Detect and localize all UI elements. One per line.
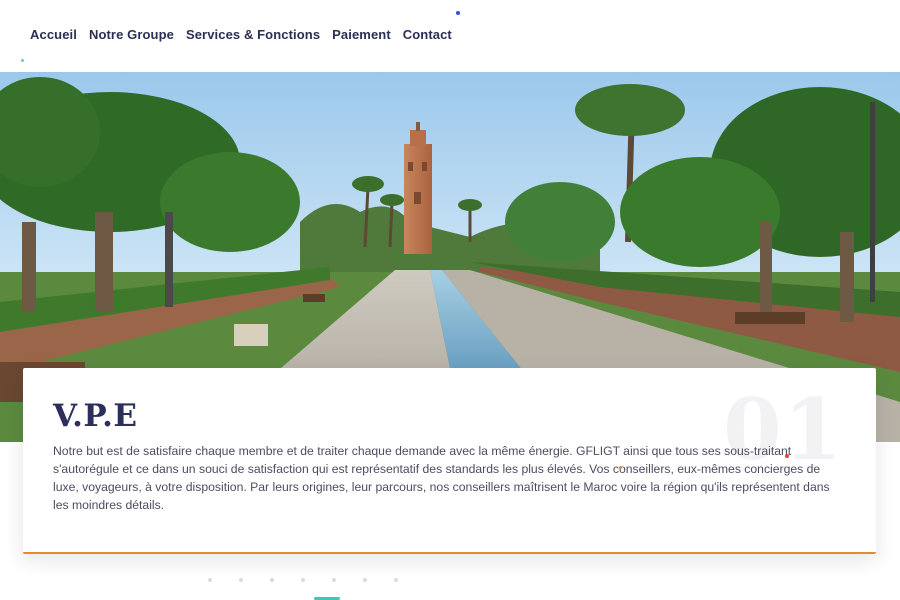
nav-paiement[interactable]: Paiement (332, 27, 391, 42)
pagination-dot[interactable] (394, 578, 398, 582)
card-title: V.P.E (53, 398, 138, 434)
card-description: Notre but est de satisfaire chaque membr… (53, 444, 830, 512)
decorative-dot (21, 59, 24, 62)
decorative-dot (619, 466, 622, 469)
decorative-dot (456, 11, 460, 15)
nav-notre-groupe[interactable]: Notre Groupe (89, 27, 174, 42)
top-navigation-bar: Accueil Notre Groupe Services & Fonction… (0, 0, 900, 72)
nav-services-fonctions[interactable]: Services & Fonctions (186, 27, 320, 42)
pagination-dot[interactable] (270, 578, 274, 582)
nav-accueil[interactable]: Accueil (30, 27, 77, 42)
nav-contact[interactable]: Contact (403, 27, 452, 42)
main-nav: Accueil Notre Groupe Services & Fonction… (30, 27, 452, 42)
pagination-dot[interactable] (301, 578, 305, 582)
pagination-dot[interactable] (363, 578, 367, 582)
pagination-dot[interactable] (239, 578, 243, 582)
slider-pagination (208, 578, 398, 582)
pagination-dot[interactable] (208, 578, 212, 582)
info-card: 01 V.P.E Notre but est de satisfaire cha… (23, 368, 876, 554)
pagination-dot[interactable] (332, 578, 336, 582)
decorative-dot (785, 454, 789, 458)
